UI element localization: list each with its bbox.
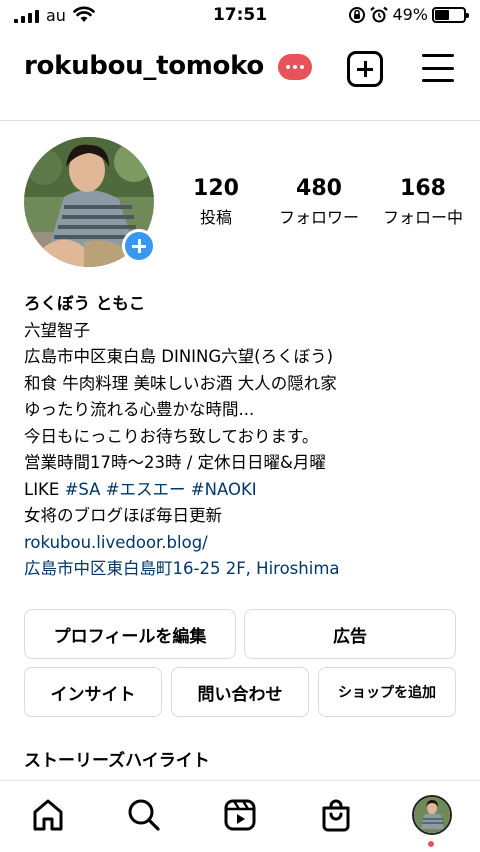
battery-icon: [432, 6, 469, 23]
profile-tab-avatar[interactable]: [412, 795, 452, 835]
hashtag-link[interactable]: #SA: [65, 480, 101, 499]
like-prefix: LIKE: [24, 479, 65, 499]
profile-bio: ろくぼう ともこ 六望智子 広島市中区東白島 DINING六望(ろくぼう) 和食…: [24, 291, 464, 583]
header-divider: [0, 120, 480, 121]
shop-icon[interactable]: [316, 795, 356, 835]
followers-label: フォロワー: [278, 208, 359, 227]
bio-line: 和食 牛肉料理 美味しいお酒 大人の隠れ家: [24, 373, 337, 393]
contact-button[interactable]: 問い合わせ: [171, 667, 309, 717]
posts-stat[interactable]: 120 投稿: [190, 176, 242, 228]
username-title[interactable]: rokubou_tomoko: [24, 51, 264, 81]
website-link[interactable]: rokubou.livedoor.blog/: [24, 530, 464, 557]
bio-line: 六望智子: [24, 320, 90, 340]
following-label: フォロー中: [382, 208, 463, 227]
hashtag-link[interactable]: #NAOKI: [191, 480, 257, 499]
add-story-button[interactable]: [122, 229, 156, 263]
orientation-lock-icon: [349, 6, 366, 23]
bio-like-line: LIKE #SA #エスエー #NAOKI: [24, 477, 464, 504]
new-post-icon[interactable]: [347, 51, 383, 87]
activity-dot: [428, 841, 434, 847]
ads-button[interactable]: 広告: [244, 609, 456, 659]
bio-line: 女将のブログほぼ毎日更新: [24, 506, 222, 525]
edit-profile-button[interactable]: プロフィールを編集: [24, 609, 236, 659]
following-stat[interactable]: 168 フォロー中: [372, 176, 474, 228]
following-count: 168: [400, 176, 446, 201]
bottom-nav: [0, 781, 480, 852]
home-icon[interactable]: [28, 795, 68, 835]
story-highlights-title[interactable]: ストーリーズハイライト: [24, 746, 210, 771]
bio-line: 広島市中区東白島 DINING六望(ろくぼう): [24, 347, 334, 366]
bio-line: 今日もにっこりお待ち致しております。: [24, 426, 319, 446]
display-name: ろくぼう ともこ: [24, 294, 146, 313]
reels-icon[interactable]: [220, 795, 260, 835]
search-icon[interactable]: [124, 795, 164, 835]
bio-line: ゆったり流れる心豊かな時間...: [24, 400, 255, 419]
address-link[interactable]: 広島市中区東白島町16-25 2F, Hiroshima: [24, 556, 464, 583]
notification-badge[interactable]: [278, 54, 312, 80]
followers-count: 480: [296, 176, 342, 201]
insights-button[interactable]: インサイト: [24, 667, 162, 717]
add-shop-button[interactable]: ショップを追加: [318, 667, 456, 717]
bio-line: 営業時間17時〜23時 / 定休日日曜&月曜: [24, 453, 326, 472]
menu-icon[interactable]: [422, 54, 454, 82]
profile-header: rokubou_tomoko: [0, 40, 480, 98]
battery-percent: 49%: [392, 5, 428, 24]
status-bar: au 17:51 49%: [0, 0, 480, 34]
posts-count: 120: [193, 176, 239, 201]
hashtag-link[interactable]: #エスエー: [106, 480, 186, 499]
alarm-icon: [370, 6, 389, 22]
posts-label: 投稿: [199, 208, 232, 227]
followers-stat[interactable]: 480 フォロワー: [268, 176, 370, 228]
